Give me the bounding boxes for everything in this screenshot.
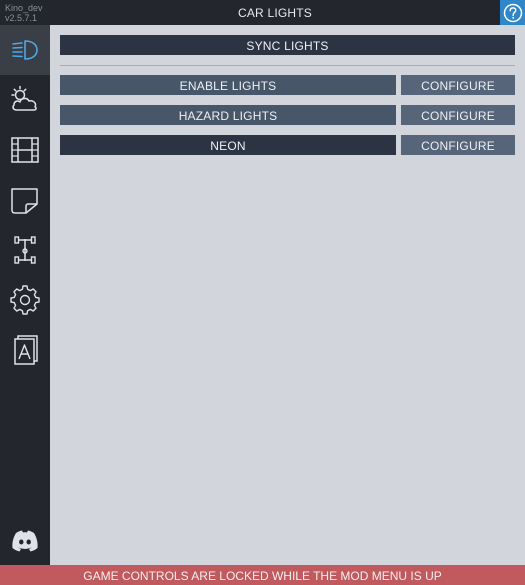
- sidebar-item-lights[interactable]: [0, 25, 50, 75]
- gear-icon: [10, 285, 40, 315]
- sidebar-item-vehicle[interactable]: [0, 225, 50, 275]
- question-circle-icon: [503, 3, 522, 22]
- configure-hazard-lights-button[interactable]: CONFIGURE: [401, 105, 515, 125]
- discord-button[interactable]: [0, 515, 50, 565]
- headlights-icon: [12, 40, 38, 60]
- sidebar-item-weather[interactable]: [0, 75, 50, 125]
- neon-button[interactable]: NEON: [60, 135, 396, 155]
- sidebar: [0, 25, 50, 565]
- separator: [60, 65, 515, 66]
- configure-enable-lights-button[interactable]: CONFIGURE: [401, 75, 515, 95]
- help-button[interactable]: [500, 0, 525, 25]
- chassis-icon: [14, 236, 36, 264]
- top-bar: Kino_dev v2.5.7.1 CAR LIGHTS: [0, 0, 525, 25]
- content-panel: SYNC LIGHTS ENABLE LIGHTS CONFIGURE HAZA…: [50, 25, 525, 565]
- sidebar-item-cinematic[interactable]: [0, 125, 50, 175]
- configure-neon-button[interactable]: CONFIGURE: [401, 135, 515, 155]
- sidebar-item-notes[interactable]: [0, 175, 50, 225]
- film-strip-icon: [11, 137, 39, 163]
- sync-lights-button[interactable]: SYNC LIGHTS: [60, 35, 515, 55]
- sidebar-item-fonts[interactable]: [0, 325, 50, 375]
- note-icon: [11, 188, 38, 214]
- window-title: CAR LIGHTS: [237, 6, 312, 20]
- weather-icon: [11, 85, 37, 111]
- sidebar-item-settings[interactable]: [0, 275, 50, 325]
- mod-version: v2.5.7.1: [5, 13, 38, 23]
- font-file-icon: [14, 335, 38, 365]
- discord-icon: [12, 530, 38, 552]
- controls-locked-banner: GAME CONTROLS ARE LOCKED WHILE THE MOD M…: [0, 565, 525, 585]
- hazard-lights-button[interactable]: HAZARD LIGHTS: [60, 105, 396, 125]
- enable-lights-button[interactable]: ENABLE LIGHTS: [60, 75, 396, 95]
- mod-name: Kino_dev: [5, 3, 43, 13]
